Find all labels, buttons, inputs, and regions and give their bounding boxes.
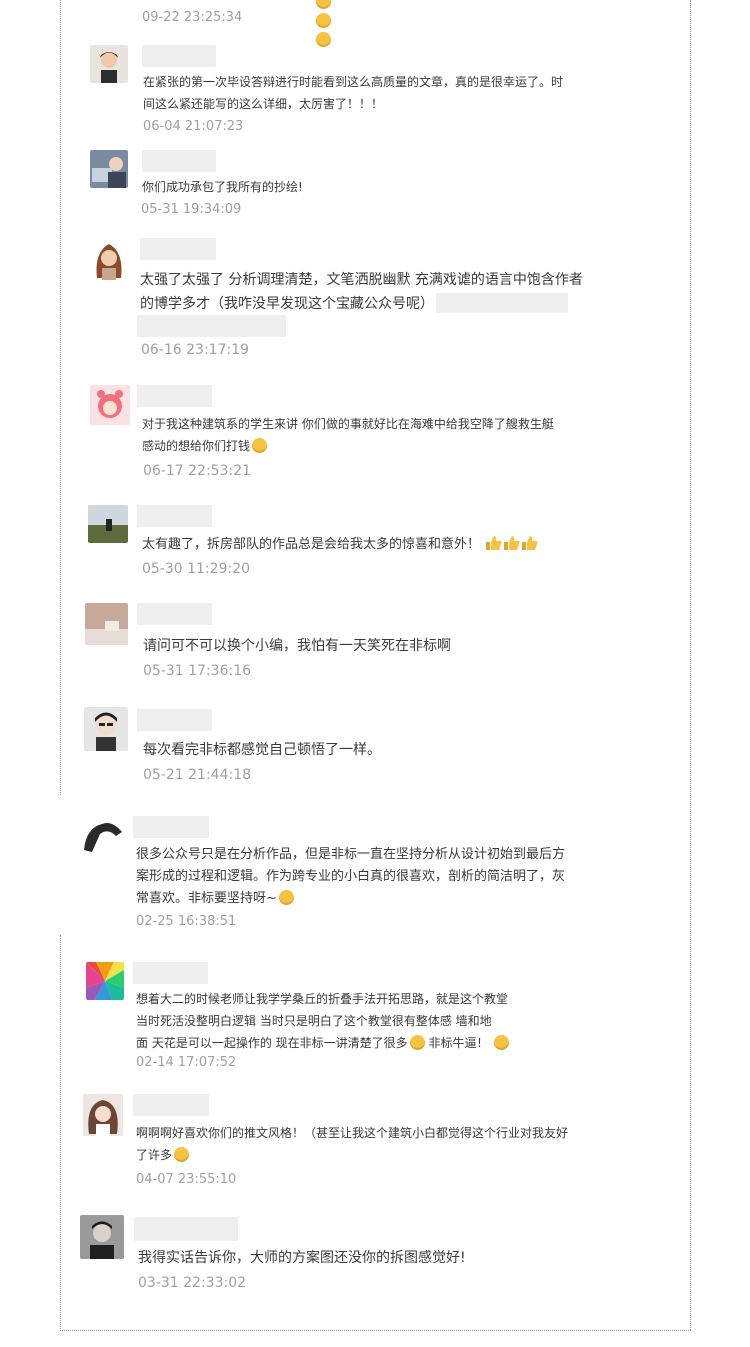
redacted-placeholder <box>137 315 286 337</box>
avatar[interactable] <box>90 238 128 282</box>
comment-text: 太有趣了，拆房部队的作品总是会给我太多的惊喜和意外！ <box>142 534 602 556</box>
comment-time: 05-31 19:34:09 <box>141 202 242 217</box>
comment-time: 09-22 23:25:34 <box>142 10 243 25</box>
frame-bottom <box>60 1330 691 1331</box>
comment-text: 对于我这种建筑系的学生来讲 你们做的事就好比在海难中给我空降了艘救生艇 感动的想… <box>142 417 554 453</box>
comment-time: 06-04 21:07:23 <box>143 119 244 134</box>
thumbs-up-icon <box>522 536 538 550</box>
comment-text: 很多公众号只是在分析作品，但是非标一直在坚持分析从设计初始到最后方案形成的过程和… <box>136 847 566 906</box>
comment-time: 06-17 22:53:21 <box>143 463 252 479</box>
frame-right <box>690 0 691 1330</box>
commenter-name-placeholder <box>133 1094 209 1116</box>
comment-time: 05-31 17:36:16 <box>143 663 252 679</box>
comment-text: 请问可不可以换个小编，我怕有一天笑死在非标啊 <box>143 638 451 654</box>
emoji-grin-icon <box>278 890 294 905</box>
comment-time: 02-14 17:07:52 <box>136 1055 237 1070</box>
avatar[interactable] <box>90 150 128 188</box>
frame-left-upper <box>60 0 61 795</box>
commenter-name-placeholder <box>133 816 209 838</box>
comment-time: 04-07 23:55:10 <box>136 1172 237 1187</box>
avatar[interactable] <box>82 816 124 858</box>
comment-time: 02-25 16:38:51 <box>136 914 237 929</box>
commenter-name-placeholder <box>137 603 212 625</box>
emoji-laugh-icon <box>314 0 331 48</box>
avatar[interactable] <box>88 505 128 543</box>
avatar[interactable] <box>85 603 128 645</box>
commenter-name-placeholder <box>137 385 212 407</box>
comment-text: 太强了太强了 分析调理清楚，文笔洒脱幽默 充满戏谑的语言中饱含作者的博学多才（我… <box>140 272 583 313</box>
avatar[interactable] <box>83 1094 123 1136</box>
comment-text: 每次看完非标都感觉自己顿悟了一样。 <box>143 742 381 758</box>
thumbs-up-icon <box>486 536 502 550</box>
comment-text: 在紧张的第一次毕设答辩进行时能看到这么高质量的文章，真的是很幸运了。时间这么紧还… <box>143 75 564 111</box>
avatar[interactable] <box>86 962 124 1000</box>
emoji-cat-icon <box>409 1035 425 1050</box>
commenter-name-placeholder <box>134 1217 238 1241</box>
avatar[interactable] <box>90 385 130 425</box>
commenter-name-placeholder <box>142 150 216 172</box>
comment-time: 05-30 11:29:20 <box>142 561 251 577</box>
thumbs-up-icon <box>504 536 520 550</box>
redacted-placeholder <box>436 293 568 313</box>
comment-time: 05-21 21:44:18 <box>143 767 252 783</box>
commenter-name-placeholder <box>142 45 216 67</box>
comment-time: 06-16 23:17:19 <box>141 342 250 358</box>
commenter-name-placeholder <box>140 238 216 260</box>
commenter-name-placeholder <box>137 505 212 527</box>
avatar[interactable] <box>90 45 128 83</box>
comment-text: 啊啊啊好喜欢你们的推文风格！（甚至让我这个建筑小白都觉得这个行业对我友好了许多 <box>136 1126 569 1162</box>
emoji-cat-icon <box>174 1147 190 1162</box>
commenter-name-placeholder <box>137 709 212 731</box>
comment-text: 你们成功承包了我所有的抄绘! <box>142 180 303 194</box>
comment-text: 想着大二的时候老师让我学学桑丘的折叠手法开拓思路，就是这个教堂 当时死活没整明白… <box>136 992 510 1050</box>
comment-time: 03-31 22:33:02 <box>138 1275 247 1291</box>
avatar[interactable] <box>80 1215 124 1259</box>
avatar[interactable] <box>84 707 128 751</box>
commenter-name-placeholder <box>133 962 208 984</box>
frame-left-lower <box>60 935 61 1331</box>
comment-text: 我得实话告诉你，大师的方案图还没你的拆图感觉好! <box>138 1250 466 1266</box>
emoji-cry-icon <box>252 438 268 453</box>
emoji-smirk-icon <box>494 1035 510 1050</box>
